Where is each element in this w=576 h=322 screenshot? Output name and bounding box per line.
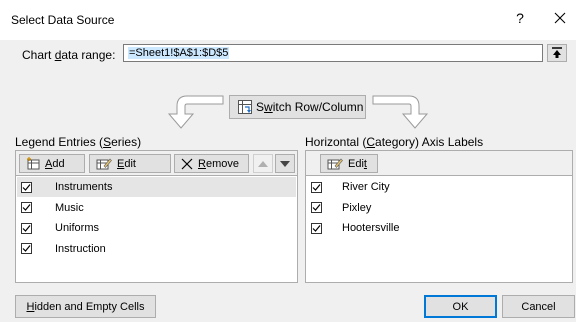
list-item[interactable]: Uniforms	[17, 218, 296, 238]
list-item-label: Music	[55, 201, 84, 214]
axis-toolbar: Edit	[305, 150, 573, 176]
switch-row-column-label: Switch Row/Column	[256, 100, 364, 114]
curved-arrow-left-icon	[167, 95, 224, 129]
move-up-icon	[258, 160, 268, 167]
edit-axis-labels-button[interactable]: Edit	[320, 154, 378, 173]
legend-toolbar: Add Edit Remove	[15, 150, 298, 176]
checkmark-icon	[22, 204, 31, 211]
checkbox[interactable]	[311, 202, 322, 213]
close-icon[interactable]	[550, 8, 570, 28]
checkbox[interactable]	[311, 222, 322, 234]
checkmark-icon	[22, 245, 31, 252]
list-item[interactable]: Instruments	[17, 177, 296, 197]
collapse-dialog-button[interactable]	[547, 44, 567, 62]
checkbox[interactable]	[21, 243, 32, 254]
collapse-arrow-icon	[552, 47, 562, 58]
checkbox[interactable]	[21, 181, 32, 193]
help-button[interactable]: ?	[511, 10, 529, 26]
checkmark-icon	[312, 204, 321, 211]
remove-series-button[interactable]: Remove	[174, 154, 249, 173]
list-item-label: Instruction	[55, 242, 106, 255]
list-item-label: Uniforms	[55, 222, 100, 234]
checkbox[interactable]	[21, 222, 32, 234]
list-item-label: Pixley	[342, 201, 372, 214]
ok-button[interactable]: OK	[424, 295, 497, 318]
switch-row-column-button[interactable]: Switch Row/Column	[229, 95, 366, 119]
checkbox[interactable]	[311, 181, 322, 193]
list-item[interactable]: Pixley	[307, 198, 571, 218]
title-bar: Select Data Source ?	[0, 0, 576, 40]
legend-entries-heading: Legend Entries (Series)	[15, 135, 142, 149]
move-up-button[interactable]	[253, 154, 273, 173]
add-series-label: Add	[45, 157, 65, 170]
hidden-empty-cells-button[interactable]: Hidden and Empty Cells	[15, 295, 156, 318]
checkmark-icon	[22, 224, 31, 232]
curved-arrow-right-icon	[372, 95, 429, 129]
chart-data-range-label: Chart data range:	[22, 48, 116, 62]
edit-series-label: Edit	[117, 157, 136, 170]
list-item[interactable]: Music	[17, 198, 296, 218]
move-down-button[interactable]	[275, 154, 295, 173]
checkmark-icon	[312, 183, 321, 191]
edit-series-button[interactable]: Edit	[89, 154, 171, 173]
legend-series-list[interactable]: Instruments Music Uniforms Instruction	[15, 175, 298, 283]
remove-series-label: Remove	[198, 157, 239, 170]
edit-axis-labels-label: Edit	[348, 157, 367, 170]
move-down-icon	[280, 160, 290, 167]
checkmark-icon	[22, 183, 31, 191]
add-series-button[interactable]: Add	[19, 154, 85, 173]
switch-icon	[238, 100, 252, 114]
axis-labels-list[interactable]: River City Pixley Hootersville	[305, 175, 573, 283]
list-item[interactable]: River City	[307, 177, 571, 197]
list-item-label: Instruments	[55, 181, 113, 193]
dialog-title: Select Data Source	[11, 13, 115, 27]
remove-x-icon	[181, 158, 193, 169]
chart-data-range-value: =Sheet1!$A$1:$D$5	[128, 47, 230, 59]
checkbox[interactable]	[21, 202, 32, 213]
axis-labels-heading: Horizontal (Category) Axis Labels	[305, 135, 484, 149]
edit-icon	[96, 158, 112, 170]
checkmark-icon	[312, 224, 321, 232]
cancel-button[interactable]: Cancel	[502, 295, 575, 318]
add-icon	[27, 157, 40, 170]
list-item-label: River City	[342, 181, 390, 193]
list-item[interactable]: Instruction	[17, 239, 296, 259]
chart-data-range-input[interactable]: =Sheet1!$A$1:$D$5	[123, 44, 543, 62]
list-item-label: Hootersville	[342, 222, 400, 234]
edit-icon	[327, 158, 343, 170]
list-item[interactable]: Hootersville	[307, 218, 571, 238]
